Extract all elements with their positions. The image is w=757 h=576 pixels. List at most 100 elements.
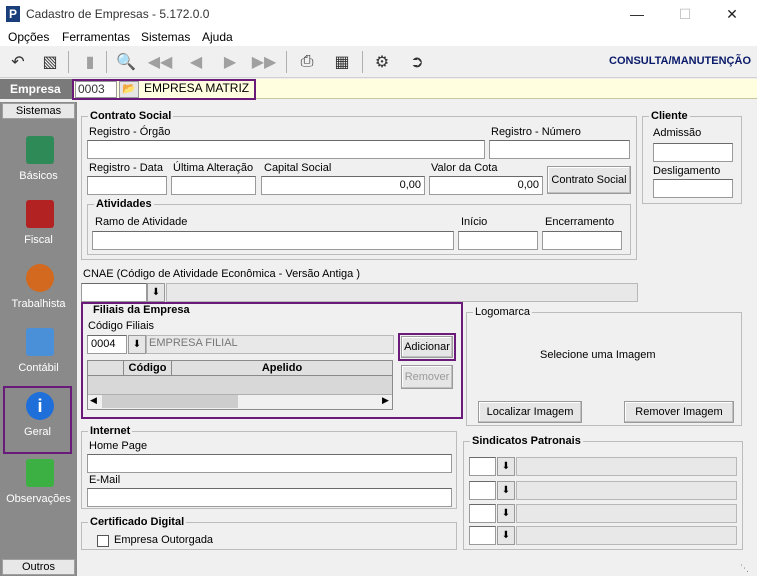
grid-indicator-header [88, 361, 124, 376]
minimize-button[interactable]: — [617, 4, 657, 24]
print-icon[interactable]: ⎙ [295, 51, 319, 73]
fiscal-icon [26, 200, 54, 228]
valor-cota-field[interactable]: 0,00 [429, 176, 543, 195]
sindicato-2-dropdown-icon[interactable]: ⬇ [497, 481, 515, 500]
admissao-field[interactable] [653, 143, 733, 162]
admissao-label: Admissão [653, 127, 702, 139]
notes-pen-icon [26, 459, 54, 487]
window-title: Cadastro de Empresas - 5.172.0.0 [26, 7, 210, 21]
menu-ajuda[interactable]: Ajuda [202, 30, 233, 44]
localizar-imagem-button[interactable]: Localizar Imagem [478, 401, 582, 423]
remover-filial-button[interactable]: Remover [401, 365, 453, 389]
registro-numero-label: Registro - Número [491, 126, 581, 138]
registro-data-label: Registro - Data [89, 162, 163, 174]
toolbar-separator [286, 51, 287, 73]
codigo-filiais-label: Código Filiais [88, 320, 155, 332]
toolbar-separator [106, 51, 107, 73]
home-page-label: Home Page [89, 440, 148, 452]
sindicato-4-dropdown-icon[interactable]: ⬇ [497, 526, 515, 545]
empresa-outorgada-checkbox[interactable] [97, 535, 109, 547]
sindicato-3-dropdown-icon[interactable]: ⬇ [497, 504, 515, 523]
sindicato-3-field[interactable] [469, 504, 496, 523]
registro-orgao-field[interactable] [87, 140, 485, 159]
sidebar-header-sistemas[interactable]: Sistemas [2, 103, 75, 119]
inicio-field[interactable] [458, 231, 538, 250]
sindicato-1-dropdown-icon[interactable]: ⬇ [497, 457, 515, 476]
capital-social-field[interactable]: 0,00 [261, 176, 425, 195]
previous-record-icon[interactable]: ◀ [184, 51, 208, 73]
registro-numero-field[interactable] [489, 140, 630, 159]
scroll-left-icon[interactable]: ◀ [90, 395, 97, 406]
first-record-icon[interactable]: ◀◀ [148, 51, 173, 73]
home-page-field[interactable] [87, 454, 452, 473]
contrato-social-button[interactable]: Contrato Social [547, 166, 631, 194]
adicionar-button[interactable]: Adicionar [401, 336, 453, 358]
sidebar-item-trabalhista[interactable]: Trabalhista [2, 260, 75, 324]
mode-label: CONSULTA/MANUTENÇÃO [609, 55, 751, 67]
folder-open-icon[interactable]: 📂 [119, 81, 139, 98]
codigo-filiais-field[interactable]: 0004 [87, 335, 127, 354]
delete-icon[interactable]: ▮ [78, 51, 102, 73]
cnae-field[interactable] [81, 283, 147, 302]
menu-opcoes[interactable]: Opções [8, 30, 49, 44]
sidebar-footer-outros[interactable]: Outros [2, 559, 75, 575]
sidebar-item-contabil[interactable]: Contábil [2, 324, 75, 388]
sidebar-item-fiscal[interactable]: Fiscal [2, 196, 75, 260]
sidebar-item-observacoes[interactable]: Observações [2, 455, 75, 519]
preview-icon[interactable]: 🔍 [114, 51, 138, 73]
sindicato-1-description [516, 457, 737, 476]
grid-col-apelido[interactable]: Apelido [172, 361, 392, 376]
desligamento-field[interactable] [653, 179, 733, 198]
worker-icon [26, 264, 54, 292]
sidebar-item-geral[interactable]: i Geral [3, 386, 72, 454]
tools-icon[interactable]: ⚙ [370, 51, 394, 73]
sidebar-item-basicos[interactable]: Básicos [2, 132, 75, 196]
app-icon: P [6, 6, 20, 22]
undo-icon[interactable]: ↶ [6, 51, 30, 73]
filial-name-display: EMPRESA FILIAL [146, 335, 394, 354]
email-field[interactable] [87, 488, 452, 507]
empresa-code-field[interactable]: 0003 [75, 81, 117, 98]
menu-sistemas[interactable]: Sistemas [141, 30, 190, 44]
sindicato-2-field[interactable] [469, 481, 496, 500]
sindicato-4-description [516, 526, 737, 545]
inicio-label: Início [461, 216, 488, 228]
book-icon [26, 136, 54, 164]
exit-icon[interactable]: ➲ [405, 51, 429, 73]
codigo-filiais-dropdown-icon[interactable]: ⬇ [128, 335, 146, 354]
capital-social-label: Capital Social [264, 162, 332, 174]
ramo-atividade-field[interactable] [92, 231, 454, 250]
last-record-icon[interactable]: ▶▶ [252, 51, 277, 73]
scroll-thumb[interactable] [102, 395, 238, 408]
maximize-button[interactable]: ☐ [665, 4, 705, 24]
ultima-alteracao-field[interactable] [171, 176, 256, 195]
ultima-alteracao-label: Última Alteração [173, 162, 254, 174]
valor-cota-label: Valor da Cota [431, 162, 498, 174]
calculator-icon [26, 328, 54, 356]
registro-orgao-label: Registro - Órgão [89, 126, 171, 138]
sindicato-4-field[interactable] [469, 526, 496, 545]
grid-col-codigo[interactable]: Código [124, 361, 172, 376]
remover-imagem-button[interactable]: Remover Imagem [624, 401, 734, 423]
scroll-right-icon[interactable]: ▶ [382, 395, 389, 406]
empresa-label: Empresa [0, 79, 72, 99]
info-icon: i [26, 392, 54, 420]
toolbar-separator [68, 51, 69, 73]
calculator-icon[interactable]: ▦ [330, 51, 354, 73]
sindicato-1-field[interactable] [469, 457, 496, 476]
cnae-description [166, 283, 638, 302]
save-icon[interactable]: ▧ [38, 51, 62, 73]
email-label: E-Mail [89, 474, 121, 486]
resize-grip-icon[interactable]: ⋱ [740, 563, 749, 574]
encerramento-field[interactable] [542, 231, 622, 250]
registro-data-field[interactable] [87, 176, 167, 195]
menu-ferramentas[interactable]: Ferramentas [62, 30, 130, 44]
next-record-icon[interactable]: ▶ [218, 51, 242, 73]
logomarca-placeholder: Selecione uma Imagem [540, 349, 656, 361]
toolbar-separator [362, 51, 363, 73]
close-button[interactable]: ✕ [712, 4, 752, 24]
empresa-name: EMPRESA MATRIZ [144, 81, 250, 95]
desligamento-label: Desligamento [653, 165, 721, 177]
sindicato-3-description [516, 504, 737, 523]
cnae-dropdown-icon[interactable]: ⬇ [147, 283, 165, 302]
